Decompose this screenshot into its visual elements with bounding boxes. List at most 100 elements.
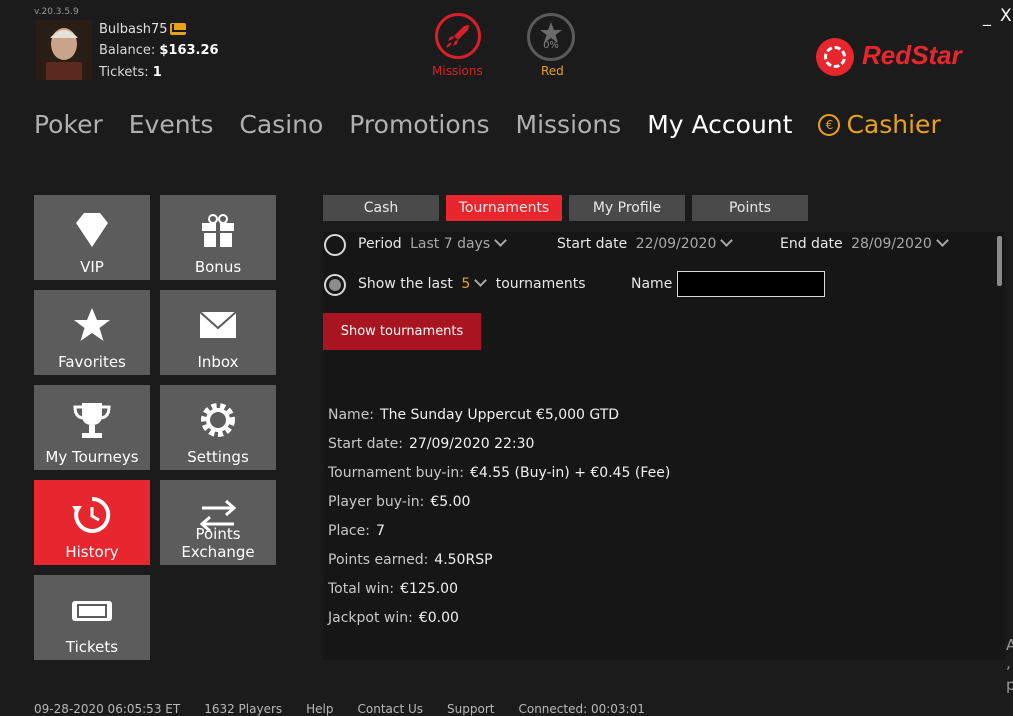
nav-events[interactable]: Events bbox=[129, 110, 214, 139]
start-date-value: 22/09/2020 bbox=[635, 236, 717, 252]
tile-favorites[interactable]: Favorites bbox=[34, 290, 150, 375]
detail-label: Name: bbox=[328, 407, 375, 423]
tab-my-profile[interactable]: My Profile bbox=[569, 195, 685, 221]
red-label[interactable]: Red bbox=[541, 64, 564, 78]
rocket-icon bbox=[446, 25, 469, 48]
tile-points-exchange[interactable]: Points Exchange bbox=[160, 480, 276, 565]
tile-label: VIP bbox=[80, 258, 104, 276]
balance-label: Balance: bbox=[99, 43, 156, 58]
period-filter[interactable]: Period Last 7 days bbox=[358, 234, 507, 252]
end-date-value: 28/09/2020 bbox=[851, 236, 932, 252]
history-clock-icon bbox=[72, 496, 111, 533]
chevron-down-icon bbox=[935, 234, 949, 247]
detail-label: Total win: bbox=[328, 581, 395, 597]
detail-label: Player buy-in: bbox=[328, 494, 425, 510]
chevron-down-icon bbox=[720, 234, 734, 247]
tile-my-tourneys[interactable]: My Tourneys bbox=[34, 385, 150, 470]
period-value: Last 7 days bbox=[410, 236, 491, 252]
footer-datetime: 09-28-2020 06:05:53 ET bbox=[34, 702, 181, 716]
tile-label: Tickets bbox=[65, 638, 119, 656]
tile-label: History bbox=[65, 543, 119, 561]
nav-my-account[interactable]: My Account bbox=[647, 110, 792, 139]
detail-label: Jackpot win: bbox=[328, 610, 413, 626]
missions-label[interactable]: Missions bbox=[432, 64, 483, 78]
diamond-icon bbox=[76, 213, 108, 247]
nav-promotions[interactable]: Promotions bbox=[349, 110, 489, 139]
tickets-label: Tickets: bbox=[99, 65, 149, 80]
period-radio[interactable] bbox=[324, 234, 346, 256]
main-nav: Poker Events Casino Promotions Missions … bbox=[34, 110, 941, 139]
tickets-value: 1 bbox=[152, 65, 162, 80]
chevron-down-icon bbox=[494, 234, 507, 247]
tile-label: Bonus bbox=[194, 258, 242, 276]
tile-label: Settings bbox=[187, 448, 249, 466]
gear-icon bbox=[201, 403, 235, 437]
detail-label: Place: bbox=[328, 523, 370, 539]
tile-label: Points Exchange bbox=[181, 525, 255, 561]
detail-label: Tournament buy-in: bbox=[328, 465, 464, 481]
edge-glyph: A bbox=[1006, 636, 1013, 654]
status-bar: 09-28-2020 06:05:53 ET 1632 Players Help… bbox=[34, 702, 645, 716]
show-last-value: 5 bbox=[461, 276, 471, 292]
red-status-button[interactable] bbox=[527, 13, 575, 61]
show-last-filter[interactable]: Show the last 5 tournaments bbox=[358, 274, 586, 292]
edge-glyph: , bbox=[1006, 654, 1011, 672]
star-icon bbox=[540, 22, 562, 43]
start-date-filter[interactable]: Start date 22/09/2020 bbox=[557, 234, 734, 252]
show-last-radio[interactable] bbox=[324, 274, 346, 296]
name-input[interactable] bbox=[677, 271, 825, 297]
tile-history[interactable]: History bbox=[34, 480, 150, 565]
tile-inbox[interactable]: Inbox bbox=[160, 290, 276, 375]
nav-poker[interactable]: Poker bbox=[34, 110, 103, 139]
show-last-label: Show the last bbox=[358, 276, 453, 292]
tile-settings[interactable]: Settings bbox=[160, 385, 276, 470]
detail-value: 27/09/2020 22:30 bbox=[408, 436, 535, 452]
nav-casino[interactable]: Casino bbox=[239, 110, 323, 139]
show-last-suffix: tournaments bbox=[495, 276, 586, 292]
minimize-button[interactable]: _ bbox=[983, 7, 991, 26]
tab-tournaments[interactable]: Tournaments bbox=[446, 195, 562, 221]
scrollbar[interactable] bbox=[997, 236, 1002, 286]
balance: Balance: $163.26 bbox=[99, 43, 219, 58]
euro-coin-icon: € bbox=[818, 113, 841, 136]
footer-connected: Connected: 00:03:01 bbox=[518, 702, 645, 716]
detail-value: €0.00 bbox=[418, 610, 459, 626]
brand-logo: RedStar bbox=[862, 40, 962, 70]
ticket-icon bbox=[72, 601, 112, 621]
star-icon bbox=[74, 308, 110, 341]
tab-points[interactable]: Points bbox=[692, 195, 808, 221]
cashier-label: Cashier bbox=[846, 110, 941, 139]
detail-value: The Sunday Uppercut €5,000 GTD bbox=[380, 407, 620, 423]
detail-row: Start date: 27/09/2020 22:30 bbox=[328, 436, 534, 452]
red-percent: 0% bbox=[543, 40, 559, 51]
tile-vip[interactable]: VIP bbox=[34, 195, 150, 280]
tab-cash[interactable]: Cash bbox=[323, 195, 439, 221]
gift-icon bbox=[202, 214, 234, 247]
tile-tickets[interactable]: Tickets bbox=[34, 575, 150, 660]
detail-row: Tournament buy-in: €4.55 (Buy-in) + €0.45… bbox=[328, 465, 670, 481]
detail-row: Points earned: 4.50RSP bbox=[328, 552, 493, 568]
tickets: Tickets: 1 bbox=[99, 65, 162, 80]
tile-bonus[interactable]: Bonus bbox=[160, 195, 276, 280]
show-tournaments-button[interactable]: Show tournaments bbox=[323, 313, 481, 350]
nav-cashier[interactable]: € Cashier bbox=[818, 110, 941, 139]
tile-label: Favorites bbox=[58, 353, 126, 371]
period-label: Period bbox=[358, 236, 402, 252]
footer-help[interactable]: Help bbox=[306, 702, 333, 716]
detail-row: Jackpot win: €0.00 bbox=[328, 610, 459, 626]
nav-missions[interactable]: Missions bbox=[516, 110, 622, 139]
avatar[interactable] bbox=[36, 20, 92, 80]
detail-value: 7 bbox=[375, 523, 385, 539]
detail-row: Place: 7 bbox=[328, 523, 385, 539]
detail-label: Points earned: bbox=[328, 552, 429, 568]
tile-label: My Tourneys bbox=[45, 448, 139, 466]
missions-button[interactable] bbox=[435, 13, 481, 59]
close-button[interactable]: X bbox=[1000, 6, 1012, 26]
tile-label: Inbox bbox=[197, 353, 239, 371]
mail-icon[interactable] bbox=[170, 23, 186, 35]
footer-support[interactable]: Support bbox=[447, 702, 494, 716]
footer-contact[interactable]: Contact Us bbox=[358, 702, 424, 716]
start-date-label: Start date bbox=[557, 236, 628, 252]
balance-value: $163.26 bbox=[159, 43, 219, 58]
end-date-filter[interactable]: End date 28/09/2020 bbox=[780, 234, 949, 252]
